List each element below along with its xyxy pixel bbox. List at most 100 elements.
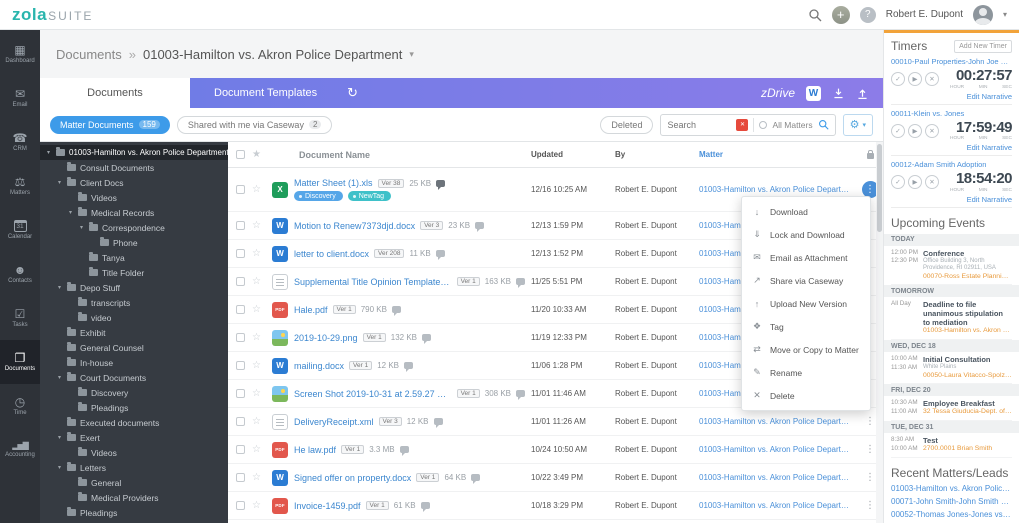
event-item[interactable]: 10:30 AM 11:00 AM Employee Breakfast 32 Tes… (891, 396, 1012, 422)
all-matters-radio[interactable] (759, 120, 768, 129)
tree-item-videos[interactable]: Videos (40, 190, 228, 205)
document-name-link[interactable]: Invoice-1459.pdf (294, 501, 361, 511)
user-avatar[interactable] (972, 4, 993, 25)
tree-item-executed-documents[interactable]: Executed documents (40, 415, 228, 430)
matter-link[interactable]: 01003-Hamilton vs. Akron Police Departme… (699, 417, 857, 426)
tree-item-title-folder[interactable]: Title Folder (40, 265, 228, 280)
comment-icon[interactable] (516, 278, 525, 288)
comment-icon[interactable] (422, 334, 431, 344)
tree-item-depo-stuff[interactable]: ▾ Depo Stuff (40, 280, 228, 295)
timer-discard-button[interactable]: ✕ (925, 72, 939, 86)
search-submit-icon[interactable] (818, 119, 829, 130)
table-scrollbar[interactable] (876, 142, 883, 523)
tree-item-transcripts[interactable]: transcripts (40, 295, 228, 310)
timer-play-button[interactable]: ▶ (908, 123, 922, 138)
matter-dropdown-caret-icon[interactable]: ▾ (409, 49, 414, 60)
event-matter-link[interactable]: 00050-Laura Vitacco-Spolzino vs Strano (923, 372, 1012, 381)
star-icon[interactable]: ☆ (252, 276, 261, 287)
timer-complete-button[interactable]: ✓ (891, 123, 905, 138)
matter-link[interactable]: 01003-Hamilton vs. Akron Police Departme… (699, 473, 857, 482)
row-checkbox[interactable] (235, 417, 245, 426)
row-checkbox[interactable] (235, 277, 245, 286)
sidebar-item-tasks[interactable]: ☑ Tasks (0, 296, 40, 340)
open-in-word-icon[interactable]: W (806, 85, 821, 101)
document-name-link[interactable]: Motion to Renew7373djd.docx (294, 221, 415, 231)
tree-item-pleadings[interactable]: Pleadings (40, 400, 228, 415)
timer-matter-link[interactable]: 00011-Klein vs. Jones (891, 109, 1012, 118)
download-documents-icon[interactable] (832, 87, 845, 100)
star-icon[interactable]: ☆ (252, 248, 261, 259)
tree-item-consult-documents[interactable]: Consult Documents (40, 160, 228, 175)
scrollbar-thumb[interactable] (877, 144, 882, 232)
zdrive-button[interactable]: zDrive (761, 86, 795, 100)
document-name-link[interactable]: Supplemental Title Opinion Template.dotx (294, 277, 452, 287)
star-icon[interactable]: ☆ (252, 184, 261, 195)
event-matter-link[interactable]: 00070-Ross Estate Planning-Jones Split (923, 273, 1012, 282)
timer-discard-button[interactable]: ✕ (925, 123, 939, 138)
menu-item-delete[interactable]: ✕ Delete (742, 384, 870, 407)
column-header-name[interactable]: Document Name (272, 150, 531, 160)
document-name-link[interactable]: DeliveryReceipt.xml (294, 417, 374, 427)
breadcrumb-section[interactable]: Documents (56, 47, 122, 62)
table-row[interactable]: ☆ DeliveryReceipt.xml Ver 3 12 KB 11/01 11:2… (228, 408, 883, 436)
search-input[interactable] (667, 119, 732, 130)
tree-item-video[interactable]: video (40, 310, 228, 325)
tree-item-letters[interactable]: ▾ Letters (40, 460, 228, 475)
sidebar-item-time[interactable]: ◷ Time (0, 384, 40, 428)
row-checkbox[interactable] (235, 361, 245, 370)
event-item[interactable]: 12:00 PM 12:30 PM Conference Office Buildin… (891, 246, 1012, 286)
timer-matter-link[interactable]: 00012-Adam Smith Adoption (891, 160, 1012, 169)
star-icon[interactable]: ☆ (252, 304, 261, 315)
table-settings-button[interactable]: ⚙ ▾ (842, 113, 873, 136)
comment-icon[interactable] (516, 390, 525, 400)
comment-icon[interactable] (475, 222, 485, 232)
row-checkbox[interactable] (235, 473, 245, 482)
filter-deleted[interactable]: Deleted (600, 115, 654, 134)
menu-item-upload-new-version[interactable]: ↑ Upload New Version (742, 292, 870, 315)
sidebar-item-crm[interactable]: ☎ CRM (0, 120, 40, 164)
row-checkbox[interactable] (235, 389, 245, 398)
star-icon[interactable]: ☆ (252, 220, 261, 231)
tree-item-medical-providers[interactable]: Medical Providers (40, 490, 228, 505)
comment-icon[interactable] (436, 179, 446, 190)
sidebar-item-matters[interactable]: ⚖ Matters (0, 164, 40, 208)
edit-narrative-link[interactable]: Edit Narrative (891, 92, 1012, 101)
timer-complete-button[interactable]: ✓ (891, 175, 905, 189)
column-header-by[interactable]: By (615, 150, 699, 159)
star-icon[interactable]: ☆ (252, 444, 261, 455)
refresh-icon[interactable]: ↻ (347, 85, 358, 101)
sidebar-item-calendar[interactable]: 31 Calendar (0, 208, 40, 252)
star-column-header[interactable]: ★ (252, 149, 272, 160)
event-matter-link[interactable]: 2700.0001 Brian Smith (923, 445, 1012, 454)
star-icon[interactable]: ☆ (252, 360, 261, 371)
event-item[interactable]: 10:00 AM 11:30 AM Initial Consultation Whit… (891, 352, 1012, 385)
comment-icon[interactable] (391, 306, 401, 316)
tree-item-general[interactable]: General (40, 475, 228, 490)
document-name-link[interactable]: 2019-10-29.png (294, 333, 358, 343)
tree-item-court-documents[interactable]: ▾ Court Documents (40, 370, 228, 385)
tab-documents[interactable]: Documents (40, 78, 190, 108)
document-name-link[interactable]: Hale.pdf (294, 305, 328, 315)
user-menu-caret-icon[interactable]: ▾ (1003, 10, 1007, 19)
star-icon[interactable]: ☆ (252, 388, 261, 399)
tree-item-videos[interactable]: Videos (40, 445, 228, 460)
timer-discard-button[interactable]: ✕ (925, 175, 939, 189)
search-filter-badge[interactable]: ✕ (736, 118, 749, 131)
recent-matter-link[interactable]: 00071-John Smith-John Smith vs Jenna Smi… (891, 496, 1012, 509)
document-name-link[interactable]: mailing.docx (294, 361, 344, 371)
comment-icon[interactable] (471, 474, 481, 484)
event-matter-link[interactable]: 32 Tessa Giuducia-Dept. of Justice vs. J… (923, 408, 1012, 417)
breadcrumb-matter[interactable]: 01003-Hamilton vs. Akron Police Departme… (143, 47, 402, 62)
tree-item-pleadings[interactable]: Pleadings (40, 505, 228, 520)
filter-matter-documents[interactable]: Matter Documents 159 (50, 115, 170, 134)
menu-item-share-via-caseway[interactable]: ↗ Share via Caseway (742, 269, 870, 292)
tree-item-exert[interactable]: ▾ Exert (40, 430, 228, 445)
tag-pill-newtag[interactable]: NewTag (347, 191, 392, 201)
matter-link[interactable]: 01003-Hamilton vs. Akron Police Departme… (699, 445, 857, 454)
menu-item-move-or-copy-to-matter[interactable]: ⇄ Move or Copy to Matter (742, 338, 870, 361)
tree-item-correspondence[interactable]: ▾ Correspondence (40, 220, 228, 235)
sidebar-item-documents[interactable]: ❐ Documents (0, 340, 40, 384)
global-search-icon[interactable] (808, 8, 822, 22)
row-checkbox[interactable] (235, 249, 245, 258)
event-item[interactable]: All Day Deadline to file unanimous stipul… (891, 297, 1012, 341)
